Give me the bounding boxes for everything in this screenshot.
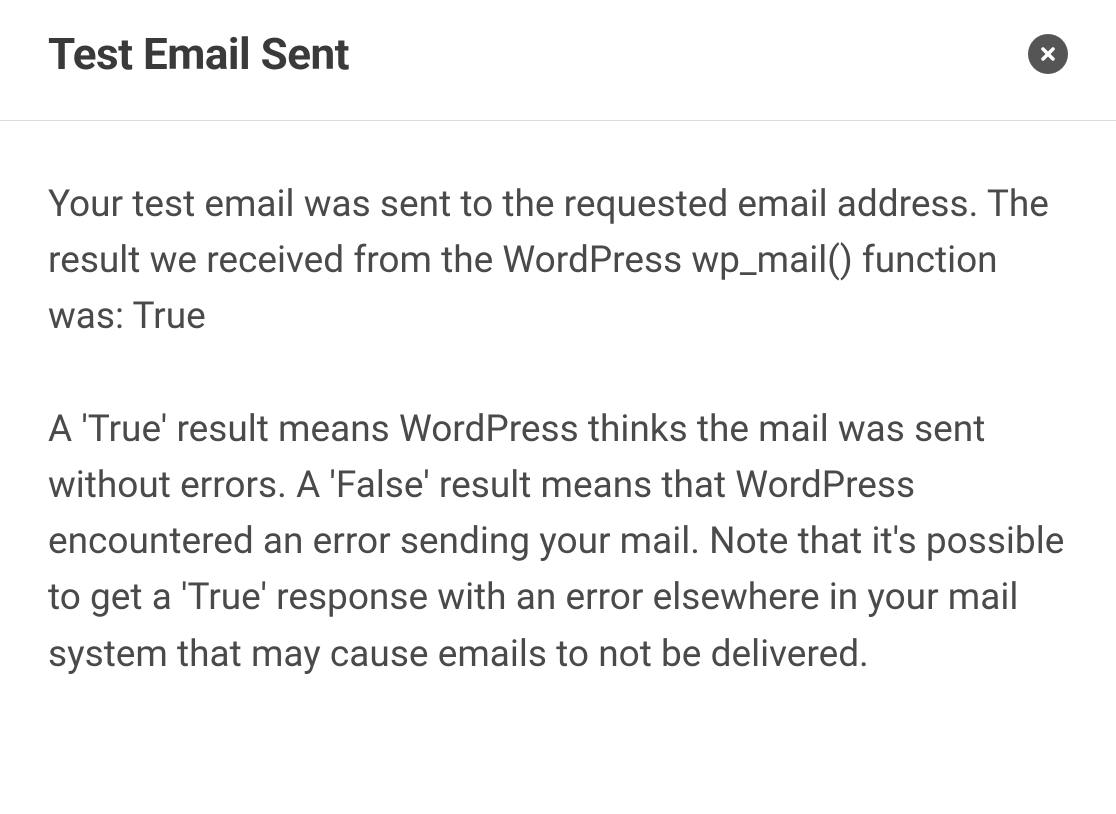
- explanation-paragraph: A 'True' result means WordPress thinks t…: [48, 402, 1068, 683]
- dialog-body: Your test email was sent to the requeste…: [0, 121, 1116, 683]
- dialog-header: Test Email Sent: [0, 0, 1116, 121]
- close-button[interactable]: [1028, 34, 1068, 74]
- result-paragraph: Your test email was sent to the requeste…: [48, 177, 1068, 346]
- close-icon: [1038, 44, 1058, 64]
- dialog-container: Test Email Sent Your test email was sent…: [0, 0, 1116, 814]
- dialog-title: Test Email Sent: [48, 28, 349, 80]
